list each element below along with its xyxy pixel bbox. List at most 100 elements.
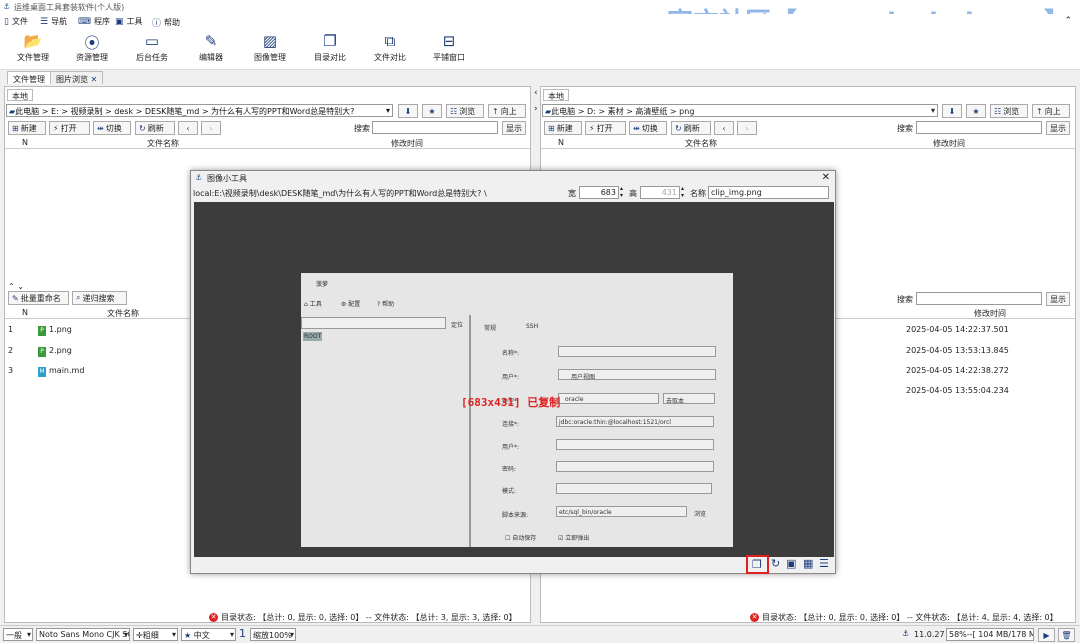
- left-switch-button[interactable]: ⇹ 切换: [93, 121, 131, 135]
- file-time: 2025-04-05 13:55:04.234: [906, 386, 1009, 395]
- recursive-search-button[interactable]: ⌕ 递归搜索: [72, 291, 127, 305]
- left-up-button[interactable]: ↑ 向上: [488, 104, 526, 118]
- tb-file-compare[interactable]: ⧉ 文件对比: [360, 32, 420, 63]
- height-spinner[interactable]: ▴ ▾: [681, 185, 684, 199]
- table-row[interactable]: 2 P 2.png: [8, 346, 72, 357]
- memory-usage: 58%--[ 104 MB/178 MB ]: [946, 628, 1034, 641]
- right-forward-button[interactable]: ›: [737, 121, 757, 135]
- tb-resource-manager[interactable]: ⦿ 资源管理: [62, 32, 122, 63]
- menu-file[interactable]: ▯ 文件: [4, 16, 28, 27]
- markdown-file-icon: M: [38, 367, 46, 377]
- right-show-button-2[interactable]: 显示: [1046, 292, 1070, 306]
- right-table-header: N 文件名称 修改时间: [541, 137, 1075, 149]
- right-search-input[interactable]: [916, 121, 1042, 134]
- menu-tools[interactable]: ▣ 工具: [115, 16, 143, 27]
- collapse-icon[interactable]: ⌃: [1064, 16, 1072, 26]
- chevron-down-icon: ▾: [171, 630, 176, 639]
- list-icon[interactable]: ☰: [819, 557, 829, 570]
- tb-dir-compare[interactable]: ❐ 目录对比: [300, 32, 360, 63]
- right-arrow-icon[interactable]: ›: [534, 104, 538, 114]
- right-back-button[interactable]: ‹: [714, 121, 734, 135]
- right-favorite-button[interactable]: ★: [966, 104, 986, 118]
- tab-image-browse[interactable]: 图片浏览 ✕: [50, 71, 104, 84]
- left-search-input[interactable]: [372, 121, 498, 134]
- left-download-button[interactable]: ⬇: [398, 104, 418, 118]
- font-select[interactable]: Noto Sans Mono CJK SC ▾: [36, 628, 130, 641]
- right-open-button[interactable]: ⚡ 打开: [585, 121, 626, 135]
- file-time: 2025-04-05 14:22:38.272: [906, 366, 1009, 375]
- dialog-title: 图像小工具: [207, 174, 247, 183]
- language-select[interactable]: ★ 中文 ▾: [181, 628, 236, 641]
- batch-rename-button[interactable]: ✎ 批量重命名: [8, 291, 69, 305]
- left-path-breadcrumb[interactable]: ▰此电脑 > E: > 视频录制 > desk > DESK随笔_md > 为什…: [6, 104, 393, 117]
- table-row[interactable]: 3 Mmain.md: [8, 366, 84, 377]
- toolbar: 📂 文件管理 ⦿ 资源管理 ▭ 后台任务 ✎ 编辑器 ▨ 图像管理 ❐ 目录对比 ⧉ 文件对比…: [0, 30, 1080, 70]
- switch-icon: ⇹: [633, 123, 640, 133]
- menu-program[interactable]: ⌨ 程序: [78, 16, 110, 27]
- download-icon: ⬇: [404, 106, 412, 116]
- close-icon[interactable]: ✕: [822, 172, 830, 183]
- lightning-icon: ⚡: [589, 123, 595, 133]
- left-favorite-button[interactable]: ★: [422, 104, 442, 118]
- tb-file-manager[interactable]: 📂 文件管理: [3, 32, 63, 63]
- qrcode-icon[interactable]: ▦: [803, 557, 813, 570]
- weight-icon: ✛: [136, 631, 143, 640]
- run-button[interactable]: ▶: [1038, 628, 1055, 642]
- photo-tool: ⌂ 工具: [304, 301, 322, 308]
- zoom-select[interactable]: 缩放100% ▾: [250, 628, 296, 641]
- left-new-button[interactable]: ⊞ 新建: [8, 121, 46, 135]
- photo-config: ⚙ 配置: [341, 301, 361, 308]
- right-browse-button[interactable]: ☷ 浏览: [990, 104, 1028, 118]
- lightning-icon: ⚡: [53, 123, 59, 133]
- refresh-icon[interactable]: ↻: [771, 557, 780, 570]
- close-icon[interactable]: ✕: [91, 75, 98, 84]
- left-tab-local[interactable]: 本地: [7, 89, 33, 101]
- right-new-button[interactable]: ⊞ 新建: [544, 121, 582, 135]
- left-forward-button[interactable]: ›: [201, 121, 221, 135]
- left-arrow-icon[interactable]: ‹: [534, 88, 538, 98]
- right-search-input-2[interactable]: [916, 292, 1042, 305]
- height-input[interactable]: 431: [640, 186, 680, 199]
- chevron-down-icon[interactable]: ▾: [386, 106, 390, 115]
- weight-select[interactable]: ✛粗细 ▾: [133, 628, 178, 641]
- name-input[interactable]: clip_img.png: [708, 186, 829, 199]
- version: 11.0.27: [914, 630, 945, 639]
- width-spinner[interactable]: ▴ ▾: [620, 185, 623, 199]
- left-back-button[interactable]: ‹: [178, 121, 198, 135]
- left-open-button[interactable]: ⚡ 打开: [49, 121, 90, 135]
- plus-icon: ⊞: [12, 123, 19, 133]
- left-refresh-button[interactable]: ↻ 刷新: [135, 121, 175, 135]
- tb-image-manager[interactable]: ▨ 图像管理: [240, 32, 300, 63]
- tb-tile-windows[interactable]: ⊟ 平铺窗口: [419, 32, 479, 63]
- chevron-down-icon[interactable]: ▾: [931, 106, 935, 115]
- width-input[interactable]: 683: [579, 186, 619, 199]
- mode-select[interactable]: 一般 ▾: [3, 628, 33, 641]
- tb-editor[interactable]: ✎ 编辑器: [181, 32, 241, 63]
- copy-icon[interactable]: ❐: [752, 558, 762, 571]
- width-label: 宽: [568, 189, 576, 198]
- copied-message: [683x431] 已复制: [461, 396, 561, 409]
- right-tab-local[interactable]: 本地: [543, 89, 569, 101]
- right-up-button[interactable]: ↑ 向上: [1032, 104, 1070, 118]
- right-path-breadcrumb[interactable]: ▰此电脑 > D: > 素材 > 高清壁纸 > png ▾: [542, 104, 938, 117]
- tab-file-manager[interactable]: 文件管理: [7, 71, 51, 84]
- menu-nav[interactable]: ☰ 导航: [40, 16, 67, 27]
- app-title: 运维桌面工具套装软件(个人版): [14, 3, 125, 12]
- star-icon: ★: [972, 106, 980, 116]
- collapse-arrows-icon[interactable]: ⌃ ⌄: [8, 282, 24, 291]
- right-download-button[interactable]: ⬇: [942, 104, 962, 118]
- error-icon: ✕: [209, 613, 218, 622]
- image-file-icon: P: [38, 347, 46, 357]
- right-switch-button[interactable]: ⇹ 切换: [629, 121, 667, 135]
- trash-button[interactable]: 🗑: [1058, 628, 1075, 642]
- image-tool-dialog: ⚓ 图像小工具 ✕ local:E:\视频录制\desk\DESK随笔_md\为…: [190, 170, 836, 574]
- image-canvas[interactable]: 菠萝 ⌂ 工具 ⚙ 配置 ? 帮助 定位 ROOT 常规 SSH 名称*: 用户…: [194, 202, 834, 557]
- tb-background-tasks[interactable]: ▭ 后台任务: [122, 32, 182, 63]
- right-show-button[interactable]: 显示: [1046, 121, 1070, 135]
- table-row[interactable]: 1 P 1.png: [8, 325, 72, 336]
- left-browse-button[interactable]: ☷ 浏览: [446, 104, 484, 118]
- left-show-button[interactable]: 显示: [502, 121, 526, 135]
- menu-help[interactable]: ⓘ 帮助: [152, 16, 180, 29]
- right-refresh-button[interactable]: ↻ 刷新: [671, 121, 711, 135]
- save-icon[interactable]: ▣: [786, 557, 796, 570]
